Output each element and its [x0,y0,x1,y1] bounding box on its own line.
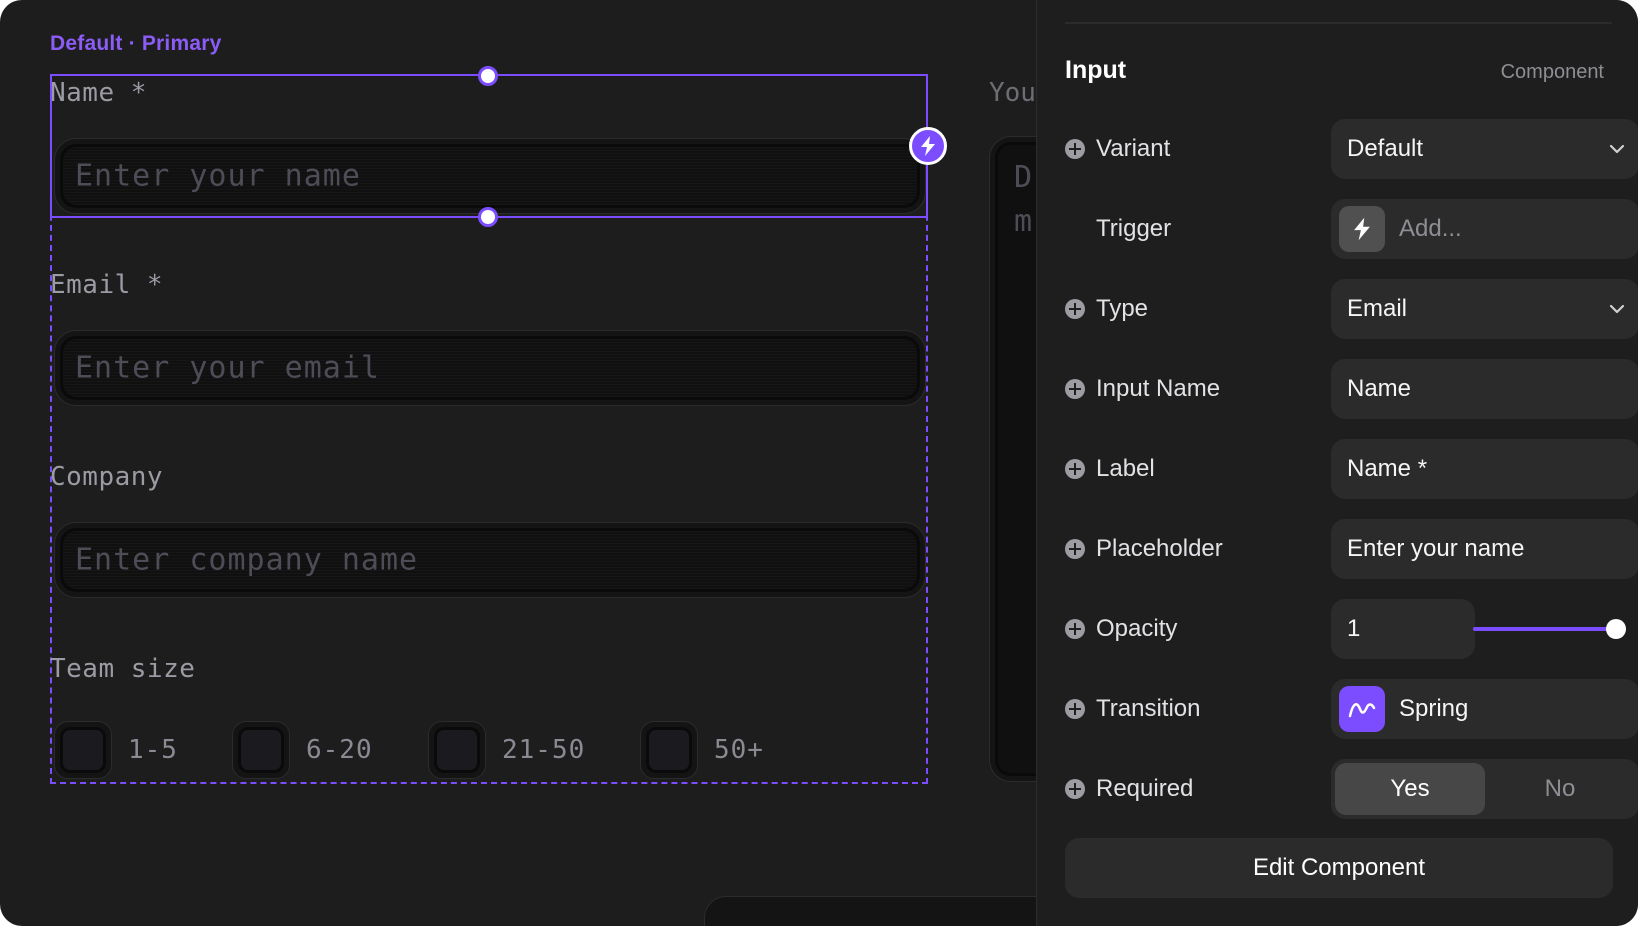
field-value: 1 [1347,615,1361,642]
app-frame: Default · Primary Name * Enter your name… [0,0,1638,926]
add-icon[interactable] [1065,379,1085,399]
add-icon[interactable] [1065,699,1085,719]
checkbox-label: 50+ [714,735,764,765]
prop-row-type: Type Email [1065,279,1638,339]
field-value: Name * [1347,455,1428,482]
prop-row-label: Label Name * [1065,439,1638,499]
prop-label: Trigger [1096,215,1172,242]
label-field[interactable]: Name * [1331,439,1638,499]
email-input-placeholder: Enter your email [75,350,380,386]
select-value: Email [1347,295,1408,322]
add-icon[interactable] [1065,299,1085,319]
input-name-field[interactable]: Name [1331,359,1638,419]
checkbox[interactable] [232,721,290,779]
resize-handle-bottom[interactable] [478,207,498,227]
prop-label: Transition [1096,695,1201,722]
add-icon[interactable] [1065,539,1085,559]
inspector-title: Input [1065,56,1127,84]
required-yes-option[interactable]: Yes [1335,763,1485,815]
email-field-label: Email * [50,270,164,300]
prop-row-opacity: Opacity 1 [1065,599,1626,659]
edit-component-button[interactable]: Edit Component [1065,838,1613,898]
team-size-option-50-plus[interactable]: 50+ [640,720,764,780]
prop-label: Label [1096,455,1155,482]
select-value: Default [1347,135,1424,162]
inspector-panel: Input Component Variant Default Trigger … [1036,0,1638,926]
checkbox-label: 21-50 [502,735,586,765]
adjacent-element[interactable] [704,896,1036,926]
field-value: Name [1347,375,1412,402]
prop-label: Required [1096,775,1194,802]
prop-row-required: Required Yes No [1065,759,1638,819]
variant-select[interactable]: Default [1331,119,1638,179]
opacity-slider-thumb[interactable] [1606,619,1626,639]
company-field-label: Company [50,462,164,492]
checkbox-label: 1-5 [128,735,178,765]
prop-label: Variant [1096,135,1171,162]
prop-row-trigger: Trigger Add... [1065,199,1638,259]
email-input[interactable]: Enter your email [54,330,926,406]
selected-element-outline[interactable] [50,74,928,218]
add-icon[interactable] [1065,619,1085,639]
placeholder-field[interactable]: Enter your name [1331,519,1638,579]
opacity-field[interactable]: 1 [1331,599,1475,659]
company-input[interactable]: Enter company name [54,522,926,598]
adjacent-textarea-placeholder: D m [1014,160,1033,239]
checkbox[interactable] [428,721,486,779]
transition-field[interactable]: Spring [1331,679,1638,739]
checkbox-label: 6-20 [306,735,373,765]
add-icon[interactable] [1065,779,1085,799]
adjacent-field-label: You [989,78,1036,108]
lightning-icon [1339,206,1385,252]
checkbox[interactable] [54,721,112,779]
inspector-subtitle: Component [1500,61,1604,83]
chevron-down-icon [1609,144,1625,154]
trigger-placeholder: Add... [1399,215,1462,242]
transition-value: Spring [1399,695,1469,722]
chevron-down-icon [1609,304,1625,314]
spring-curve-icon [1339,686,1385,732]
prop-row-transition: Transition Spring [1065,679,1638,739]
team-size-option-21-50[interactable]: 21-50 [428,720,585,780]
resize-handle-top[interactable] [478,66,498,86]
prop-row-variant: Variant Default [1065,119,1638,179]
lightning-icon[interactable] [909,127,947,165]
prop-label: Type [1096,295,1149,322]
add-icon[interactable] [1065,139,1085,159]
variant-label: Default · Primary [50,32,222,55]
add-icon[interactable] [1065,459,1085,479]
required-segmented-control: Yes No [1331,759,1638,819]
checkbox[interactable] [640,721,698,779]
field-value: Enter your name [1347,535,1525,562]
team-size-option-1-5[interactable]: 1-5 [54,720,178,780]
trigger-add-field[interactable]: Add... [1331,199,1638,259]
team-size-option-6-20[interactable]: 6-20 [232,720,373,780]
prop-label: Input Name [1096,375,1221,402]
required-no-option[interactable]: No [1485,763,1635,815]
prop-row-placeholder: Placeholder Enter your name [1065,519,1638,579]
company-input-placeholder: Enter company name [75,542,419,578]
type-select[interactable]: Email [1331,279,1638,339]
prop-row-input-name: Input Name Name [1065,359,1638,419]
prop-label: Opacity [1096,615,1178,642]
design-canvas[interactable]: Default · Primary Name * Enter your name… [0,0,1036,926]
prop-label: Placeholder [1096,535,1223,562]
opacity-slider-track[interactable] [1473,627,1617,631]
team-size-label: Team size [50,654,196,684]
divider [1065,22,1612,24]
